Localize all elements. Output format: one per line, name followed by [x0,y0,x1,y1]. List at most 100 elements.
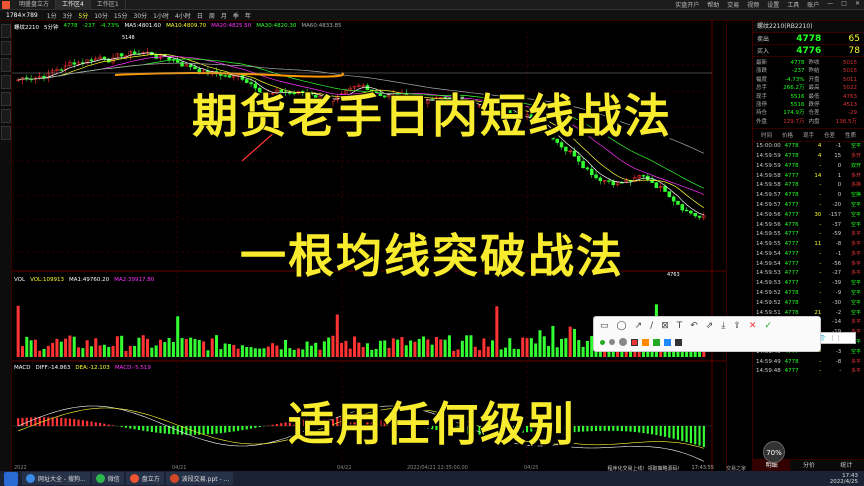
menu-video[interactable]: 视频 [747,0,759,9]
volume-bar [206,350,210,357]
save-icon[interactable]: ⤓ [721,321,725,331]
tab-workspace-1[interactable]: 工作区1 [91,0,126,10]
maximize-icon[interactable]: □ [841,0,847,9]
trade-row[interactable]: 14:59:52 4778 - -30 空平 [753,299,864,309]
ask-row[interactable]: 卖出 4778 65 [753,33,864,45]
task-label: 盘立方 [141,476,160,483]
volume-bar [64,338,68,357]
volume-bar [98,345,102,357]
contract-label: 螺纹2210 [14,25,39,31]
trade-row[interactable]: 14:59:59 4778 4 15 多开 [753,152,864,162]
confirm-icon[interactable]: ✓ [764,321,772,331]
trade-row[interactable]: 14:59:59 4778 - 0 双开 [753,162,864,172]
candle-body [598,177,603,182]
cancel-icon[interactable]: ✕ [749,321,757,331]
volume-bar [137,337,141,357]
taskbar-clock[interactable]: 17:43 2022/4/25 [830,473,864,485]
trade-row[interactable]: 14:59:57 4777 - -20 空平 [753,201,864,211]
volume-bar [163,342,167,357]
trade-price: 4778 [784,290,799,297]
period-15m[interactable]: 15分 [111,11,131,20]
trade-row[interactable]: 14:59:58 4777 14 1 多开 [753,172,864,182]
ime-menu-icon[interactable]: ⋮⋮ [830,335,842,342]
volume-bar [534,343,538,357]
task-wechat[interactable]: 微信 [91,472,124,485]
trade-price: 4777 [784,172,799,179]
menu-settings[interactable]: 设置 [767,0,779,9]
color-orange-swatch[interactable] [642,338,649,346]
macd-value: MACD:-5.519 [114,365,151,371]
color-black-swatch[interactable] [675,338,682,346]
volume-bar [284,340,288,357]
bid-row[interactable]: 买入 4776 78 [753,45,864,57]
trade-time: 14:59:48 [756,368,781,375]
minimize-icon[interactable]: — [827,0,833,9]
clock-date: 2022/4/25 [829,478,858,485]
period-month[interactable]: 月 [218,11,230,20]
trade-row[interactable]: 14:59:57 4778 - 0 空换 [753,191,864,201]
ellipse-tool-icon[interactable]: ◯ [617,321,627,331]
period-3m[interactable]: 3分 [60,11,76,20]
trade-row[interactable]: 14:59:58 4778 - 0 多换 [753,181,864,191]
period-year[interactable]: 年 [242,11,254,20]
task-browser[interactable]: 网址大全 - 搜狗... [22,472,90,485]
sidebar-button[interactable] [1,41,11,55]
tab-workspace-4[interactable]: 工作区4 [56,0,91,10]
period-30m[interactable]: 30分 [131,11,151,20]
size-medium-icon[interactable] [609,339,615,345]
trade-oi-change: -9 [835,290,842,297]
period-10m[interactable]: 10分 [91,11,111,20]
size-small-icon[interactable] [600,339,605,345]
trade-row[interactable]: 14:59:52 4778 - -9 空平 [753,289,864,299]
menu-account[interactable]: 账户 [807,0,819,9]
period-quarter[interactable]: 季 [230,11,242,20]
size-large-icon[interactable] [619,338,627,346]
color-blue-swatch[interactable] [664,338,671,346]
period-4h[interactable]: 4小时 [172,11,194,20]
task-trading-app[interactable]: 盘立方 [125,472,164,485]
period-1m[interactable]: 1分 [44,11,60,20]
pen-tool-icon[interactable]: / [650,321,653,331]
trade-type: 空换 [850,192,861,199]
period-day[interactable]: 日 [194,11,206,20]
share-icon[interactable]: ⇪ [733,321,741,331]
menu-help[interactable]: 帮助 [707,0,719,9]
pin-icon[interactable]: ⇗ [706,321,714,331]
candle-body [119,53,124,57]
trade-row[interactable]: 14:59:48 4777 - - 多平 [753,367,864,377]
trade-oi-change: 0 [837,192,842,199]
progress-badge: 70% [763,441,785,463]
color-red-swatch[interactable] [631,338,638,346]
close-icon[interactable]: ✕ [855,0,860,9]
tab-statistics[interactable]: 统计 [828,460,864,471]
text-tool-icon[interactable]: T [677,321,683,331]
sidebar-button[interactable] [1,58,11,72]
trading-app-icon [129,474,139,483]
period-week[interactable]: 周 [206,11,218,20]
color-green-swatch[interactable] [653,338,660,346]
volume-bar [564,338,568,357]
undo-icon[interactable]: ↶ [690,321,698,331]
tab-price-dist[interactable]: 分价 [790,460,827,471]
period-5m[interactable]: 5分 [75,11,91,20]
candle-body [175,59,180,63]
volume-bar [422,336,426,357]
menu-open-account[interactable]: 实盘开户 [675,0,699,9]
rect-tool-icon[interactable]: ▭ [600,321,609,331]
trade-oi-change: 15 [834,152,842,159]
trade-row[interactable]: 14:59:49 4778 - -8 多平 [753,358,864,368]
menu-tools[interactable]: 工具 [787,0,799,9]
menu-trade[interactable]: 交易 [727,0,739,9]
trade-type: 空平 [850,309,861,316]
volume-bar [370,349,374,357]
period-1h[interactable]: 1小时 [150,11,172,20]
period-label: 5分钟 [44,25,59,31]
start-button[interactable] [4,471,18,486]
arrow-tool-icon[interactable]: ↗ [635,321,643,331]
volume-bar [340,342,344,357]
volume-bar [434,337,438,357]
mosaic-tool-icon[interactable]: ⊠ [661,321,669,331]
task-powerpoint[interactable]: 波段交易.ppt - ... [165,472,234,485]
trade-time: 14:59:59 [756,152,781,159]
sidebar-button[interactable] [1,24,11,38]
